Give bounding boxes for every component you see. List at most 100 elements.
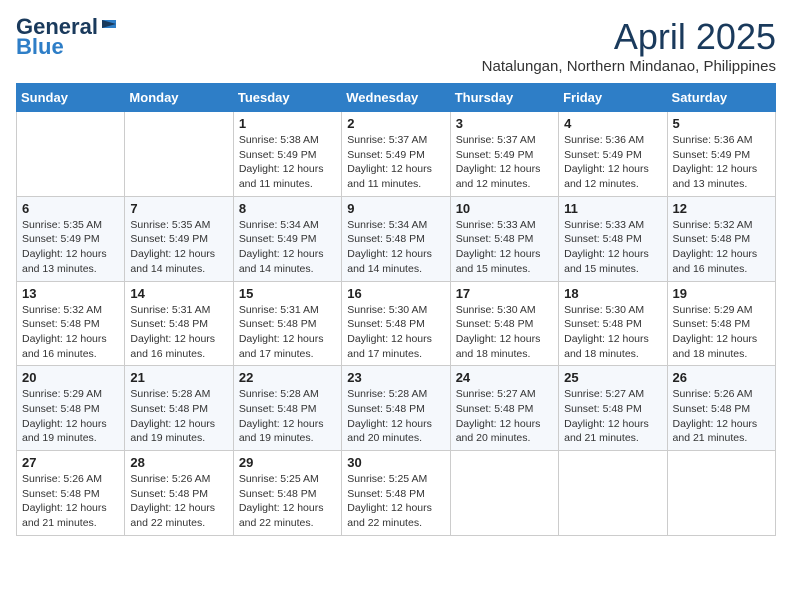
day-number: 17 xyxy=(456,286,553,301)
day-info: Sunrise: 5:28 AMSunset: 5:48 PMDaylight:… xyxy=(130,387,227,446)
day-number: 12 xyxy=(673,201,770,216)
day-info: Sunrise: 5:27 AMSunset: 5:48 PMDaylight:… xyxy=(564,387,661,446)
day-number: 27 xyxy=(22,455,119,470)
calendar-cell: 26 Sunrise: 5:26 AMSunset: 5:48 PMDaylig… xyxy=(667,366,775,451)
day-number: 13 xyxy=(22,286,119,301)
day-header-friday: Friday xyxy=(559,84,667,112)
day-header-tuesday: Tuesday xyxy=(233,84,341,112)
month-title: April 2025 xyxy=(482,16,776,58)
day-info: Sunrise: 5:36 AMSunset: 5:49 PMDaylight:… xyxy=(673,133,770,192)
calendar-cell: 17 Sunrise: 5:30 AMSunset: 5:48 PMDaylig… xyxy=(450,281,558,366)
day-number: 2 xyxy=(347,116,444,131)
day-info: Sunrise: 5:29 AMSunset: 5:48 PMDaylight:… xyxy=(673,303,770,362)
title-area: April 2025 Natalungan, Northern Mindanao… xyxy=(482,16,776,75)
day-number: 15 xyxy=(239,286,336,301)
calendar-cell: 25 Sunrise: 5:27 AMSunset: 5:48 PMDaylig… xyxy=(559,366,667,451)
day-number: 8 xyxy=(239,201,336,216)
calendar-cell: 23 Sunrise: 5:28 AMSunset: 5:48 PMDaylig… xyxy=(342,366,450,451)
logo: General Blue xyxy=(16,16,118,58)
calendar-cell: 2 Sunrise: 5:37 AMSunset: 5:49 PMDayligh… xyxy=(342,112,450,197)
calendar-cell: 4 Sunrise: 5:36 AMSunset: 5:49 PMDayligh… xyxy=(559,112,667,197)
day-number: 24 xyxy=(456,370,553,385)
day-header-saturday: Saturday xyxy=(667,84,775,112)
day-number: 1 xyxy=(239,116,336,131)
calendar-week-row: 13 Sunrise: 5:32 AMSunset: 5:48 PMDaylig… xyxy=(17,281,776,366)
day-info: Sunrise: 5:28 AMSunset: 5:48 PMDaylight:… xyxy=(347,387,444,446)
calendar-cell: 8 Sunrise: 5:34 AMSunset: 5:49 PMDayligh… xyxy=(233,196,341,281)
logo-blue: Blue xyxy=(16,36,64,58)
calendar-cell: 15 Sunrise: 5:31 AMSunset: 5:48 PMDaylig… xyxy=(233,281,341,366)
calendar-cell: 27 Sunrise: 5:26 AMSunset: 5:48 PMDaylig… xyxy=(17,451,125,536)
day-number: 3 xyxy=(456,116,553,131)
calendar-header-row: SundayMondayTuesdayWednesdayThursdayFrid… xyxy=(17,84,776,112)
calendar-cell: 14 Sunrise: 5:31 AMSunset: 5:48 PMDaylig… xyxy=(125,281,233,366)
day-number: 9 xyxy=(347,201,444,216)
day-info: Sunrise: 5:30 AMSunset: 5:48 PMDaylight:… xyxy=(564,303,661,362)
day-header-sunday: Sunday xyxy=(17,84,125,112)
day-info: Sunrise: 5:26 AMSunset: 5:48 PMDaylight:… xyxy=(22,472,119,531)
day-info: Sunrise: 5:29 AMSunset: 5:48 PMDaylight:… xyxy=(22,387,119,446)
calendar-cell: 19 Sunrise: 5:29 AMSunset: 5:48 PMDaylig… xyxy=(667,281,775,366)
calendar-cell xyxy=(559,451,667,536)
day-number: 18 xyxy=(564,286,661,301)
calendar-week-row: 27 Sunrise: 5:26 AMSunset: 5:48 PMDaylig… xyxy=(17,451,776,536)
day-info: Sunrise: 5:25 AMSunset: 5:48 PMDaylight:… xyxy=(347,472,444,531)
calendar-cell: 29 Sunrise: 5:25 AMSunset: 5:48 PMDaylig… xyxy=(233,451,341,536)
calendar-cell: 16 Sunrise: 5:30 AMSunset: 5:48 PMDaylig… xyxy=(342,281,450,366)
day-info: Sunrise: 5:32 AMSunset: 5:48 PMDaylight:… xyxy=(22,303,119,362)
day-info: Sunrise: 5:28 AMSunset: 5:48 PMDaylight:… xyxy=(239,387,336,446)
day-info: Sunrise: 5:35 AMSunset: 5:49 PMDaylight:… xyxy=(130,218,227,277)
day-number: 7 xyxy=(130,201,227,216)
day-info: Sunrise: 5:26 AMSunset: 5:48 PMDaylight:… xyxy=(130,472,227,531)
calendar-cell: 22 Sunrise: 5:28 AMSunset: 5:48 PMDaylig… xyxy=(233,366,341,451)
day-number: 5 xyxy=(673,116,770,131)
calendar-cell: 13 Sunrise: 5:32 AMSunset: 5:48 PMDaylig… xyxy=(17,281,125,366)
day-info: Sunrise: 5:37 AMSunset: 5:49 PMDaylight:… xyxy=(347,133,444,192)
day-header-thursday: Thursday xyxy=(450,84,558,112)
day-info: Sunrise: 5:33 AMSunset: 5:48 PMDaylight:… xyxy=(456,218,553,277)
header: General Blue April 2025 Natalungan, Nort… xyxy=(16,16,776,75)
calendar-cell: 1 Sunrise: 5:38 AMSunset: 5:49 PMDayligh… xyxy=(233,112,341,197)
calendar-cell: 20 Sunrise: 5:29 AMSunset: 5:48 PMDaylig… xyxy=(17,366,125,451)
day-info: Sunrise: 5:34 AMSunset: 5:49 PMDaylight:… xyxy=(239,218,336,277)
day-number: 25 xyxy=(564,370,661,385)
day-info: Sunrise: 5:38 AMSunset: 5:49 PMDaylight:… xyxy=(239,133,336,192)
calendar-cell: 6 Sunrise: 5:35 AMSunset: 5:49 PMDayligh… xyxy=(17,196,125,281)
calendar-table: SundayMondayTuesdayWednesdayThursdayFrid… xyxy=(16,83,776,536)
calendar-cell: 30 Sunrise: 5:25 AMSunset: 5:48 PMDaylig… xyxy=(342,451,450,536)
day-number: 21 xyxy=(130,370,227,385)
day-info: Sunrise: 5:37 AMSunset: 5:49 PMDaylight:… xyxy=(456,133,553,192)
day-number: 30 xyxy=(347,455,444,470)
calendar-cell: 11 Sunrise: 5:33 AMSunset: 5:48 PMDaylig… xyxy=(559,196,667,281)
day-info: Sunrise: 5:35 AMSunset: 5:49 PMDaylight:… xyxy=(22,218,119,277)
day-number: 16 xyxy=(347,286,444,301)
calendar-cell xyxy=(17,112,125,197)
day-info: Sunrise: 5:32 AMSunset: 5:48 PMDaylight:… xyxy=(673,218,770,277)
day-info: Sunrise: 5:30 AMSunset: 5:48 PMDaylight:… xyxy=(456,303,553,362)
day-number: 4 xyxy=(564,116,661,131)
day-number: 19 xyxy=(673,286,770,301)
day-info: Sunrise: 5:25 AMSunset: 5:48 PMDaylight:… xyxy=(239,472,336,531)
day-number: 10 xyxy=(456,201,553,216)
calendar-cell: 7 Sunrise: 5:35 AMSunset: 5:49 PMDayligh… xyxy=(125,196,233,281)
calendar-cell: 28 Sunrise: 5:26 AMSunset: 5:48 PMDaylig… xyxy=(125,451,233,536)
day-info: Sunrise: 5:30 AMSunset: 5:48 PMDaylight:… xyxy=(347,303,444,362)
day-number: 22 xyxy=(239,370,336,385)
day-number: 28 xyxy=(130,455,227,470)
calendar-cell: 12 Sunrise: 5:32 AMSunset: 5:48 PMDaylig… xyxy=(667,196,775,281)
day-info: Sunrise: 5:36 AMSunset: 5:49 PMDaylight:… xyxy=(564,133,661,192)
logo-flag-icon xyxy=(100,18,118,36)
calendar-cell xyxy=(667,451,775,536)
day-info: Sunrise: 5:27 AMSunset: 5:48 PMDaylight:… xyxy=(456,387,553,446)
calendar-cell xyxy=(450,451,558,536)
calendar-week-row: 20 Sunrise: 5:29 AMSunset: 5:48 PMDaylig… xyxy=(17,366,776,451)
calendar-week-row: 1 Sunrise: 5:38 AMSunset: 5:49 PMDayligh… xyxy=(17,112,776,197)
day-number: 26 xyxy=(673,370,770,385)
day-header-monday: Monday xyxy=(125,84,233,112)
calendar-cell: 24 Sunrise: 5:27 AMSunset: 5:48 PMDaylig… xyxy=(450,366,558,451)
calendar-cell xyxy=(125,112,233,197)
day-number: 23 xyxy=(347,370,444,385)
day-number: 20 xyxy=(22,370,119,385)
calendar-cell: 21 Sunrise: 5:28 AMSunset: 5:48 PMDaylig… xyxy=(125,366,233,451)
calendar-cell: 10 Sunrise: 5:33 AMSunset: 5:48 PMDaylig… xyxy=(450,196,558,281)
